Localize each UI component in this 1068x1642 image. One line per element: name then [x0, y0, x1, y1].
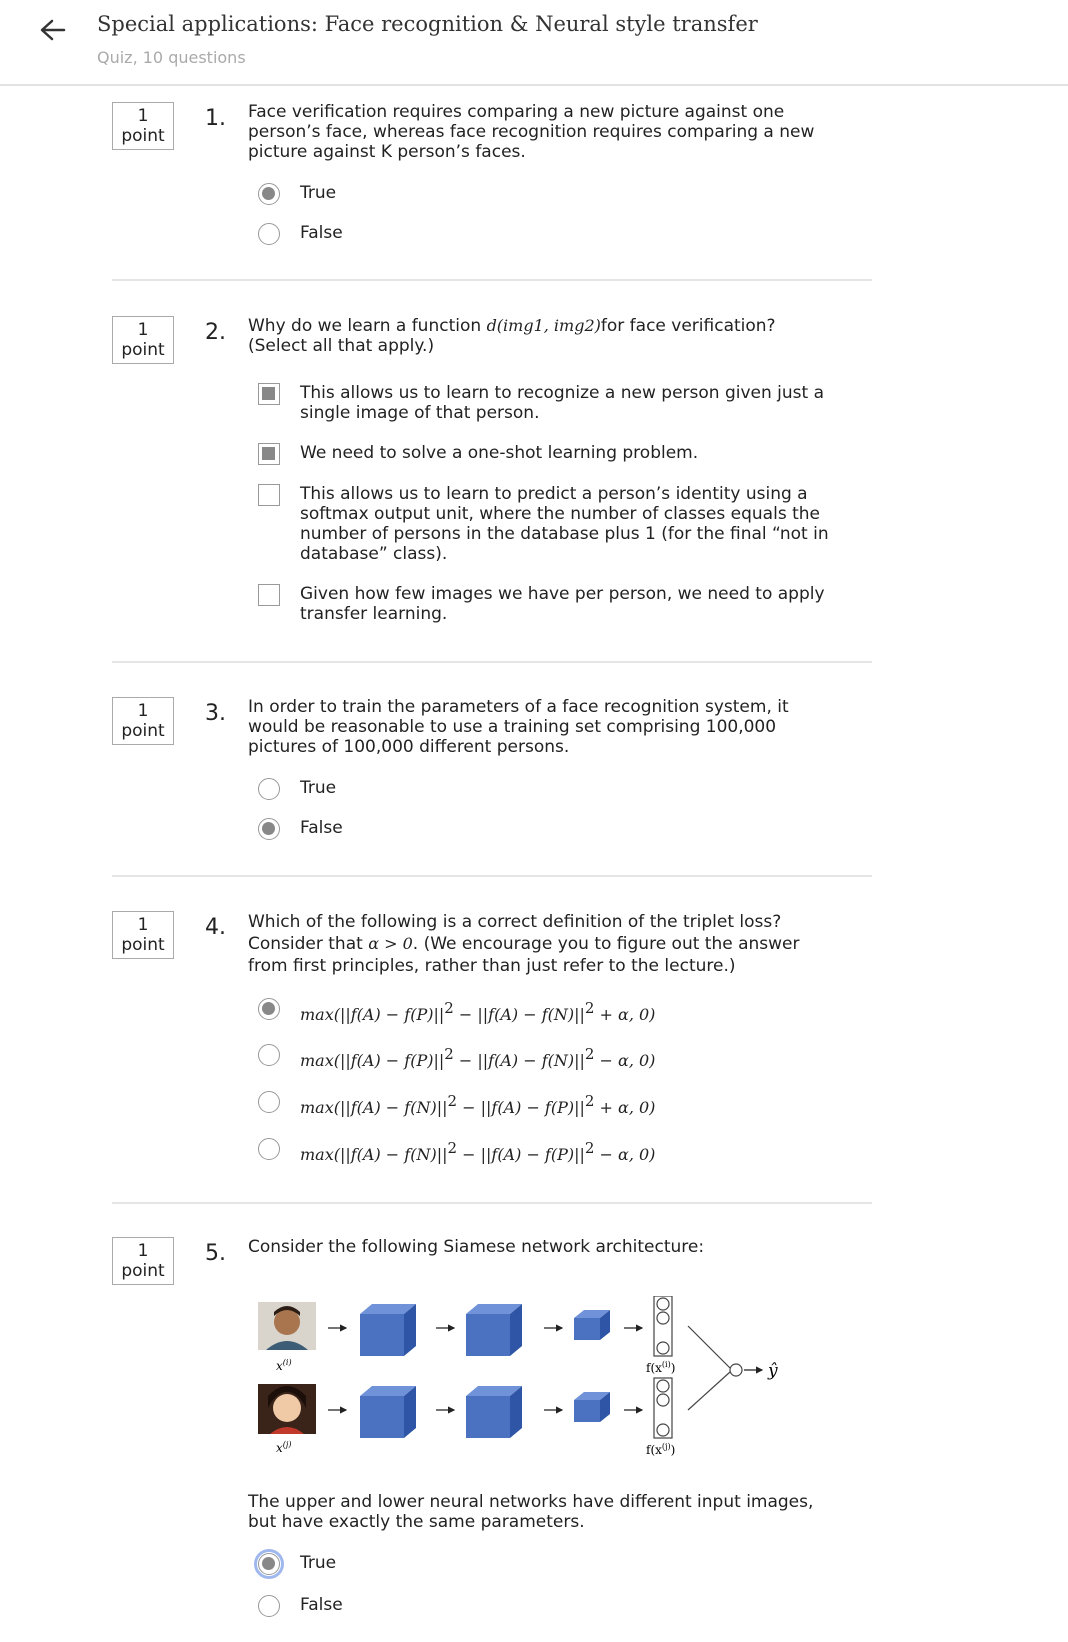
divider	[112, 279, 872, 281]
radio-button[interactable]	[258, 778, 280, 800]
conv-block-icon	[574, 1310, 610, 1340]
option-label: True	[300, 183, 337, 203]
question-text: Which of the following is a correct defi…	[248, 912, 800, 976]
output-label: ŷ	[767, 1361, 778, 1381]
option-label: False	[300, 223, 343, 243]
option-label: Given how few images we have per person,…	[300, 584, 825, 624]
option-label: We need to solve a one-shot learning pro…	[300, 443, 699, 463]
face-photo-bottom	[258, 1384, 316, 1434]
option-formula: max(||f(A) − f(P)||2 − ||f(A) − f(N)||2 …	[300, 1045, 656, 1070]
question-number: 1.	[205, 106, 226, 131]
quiz-subtitle: Quiz, 10 questions	[97, 48, 246, 67]
network-top	[328, 1296, 673, 1357]
divider	[112, 1202, 872, 1204]
radio-button[interactable]	[258, 1044, 280, 1066]
points-box: 1 point	[112, 911, 174, 959]
option-formula: max(||f(A) − f(P)||2 − ||f(A) − f(N)||2 …	[300, 999, 656, 1024]
points-box: 1 point	[112, 697, 174, 745]
checkbox[interactable]	[258, 584, 280, 606]
siamese-network-diagram: x(i) x(j) f(x(i)) f(x(j)) ŷ	[258, 1296, 778, 1457]
points-box: 1 point	[112, 1237, 174, 1285]
option-label: True	[300, 778, 337, 798]
input-label-bottom: x(j)	[276, 1440, 292, 1455]
divider	[112, 661, 872, 663]
checkbox[interactable]	[258, 484, 280, 506]
encoding-vector-icon	[653, 1296, 673, 1357]
option-label: True	[300, 1553, 337, 1573]
checkbox[interactable]	[258, 383, 280, 405]
question-number: 2.	[205, 320, 226, 345]
points-box: 1 point	[112, 102, 174, 150]
checkbox[interactable]	[258, 443, 280, 465]
radio-button[interactable]	[258, 818, 280, 840]
question-followup-text: The upper and lower neural networks have…	[248, 1492, 814, 1532]
quiz-header: Special applications: Face recognition &…	[0, 0, 1068, 86]
option-label: This allows us to learn to recognize a n…	[300, 383, 825, 423]
radio-button[interactable]	[258, 1138, 280, 1160]
conv-block-icon	[360, 1304, 416, 1356]
radio-button[interactable]	[258, 1091, 280, 1113]
option-label: False	[300, 1595, 343, 1615]
points-box: 1 point	[112, 316, 174, 364]
radio-button[interactable]	[258, 998, 280, 1020]
encoding-vector-icon	[653, 1377, 673, 1439]
option-formula: max(||f(A) − f(N)||2 − ||f(A) − f(P)||2 …	[300, 1139, 656, 1164]
question-number: 3.	[205, 701, 226, 726]
face-photo-top	[258, 1302, 316, 1350]
radio-button[interactable]	[254, 1549, 284, 1579]
radio-button[interactable]	[258, 223, 280, 245]
math-expression: α > 0	[368, 934, 413, 953]
math-expression: d(img1, img2)	[486, 316, 601, 335]
conv-block-icon	[466, 1386, 522, 1438]
radio-button[interactable]	[258, 183, 280, 205]
page-title: Special applications: Face recognition &…	[97, 12, 758, 36]
output-node	[687, 1325, 764, 1411]
network-bottom	[328, 1377, 673, 1439]
question-number: 4.	[205, 915, 226, 940]
encoding-label-top: f(x(i))	[646, 1360, 675, 1375]
option-formula: max(||f(A) − f(N)||2 − ||f(A) − f(P)||2 …	[300, 1092, 656, 1117]
question-text: Why do we learn a function d(img1, img2)…	[248, 316, 776, 356]
question-number: 5.	[205, 1241, 226, 1266]
divider	[112, 875, 872, 877]
conv-block-icon	[574, 1392, 610, 1422]
option-label: False	[300, 818, 343, 838]
question-text: Face verification requires comparing a n…	[248, 102, 815, 162]
conv-block-icon	[360, 1386, 416, 1438]
input-label-top: x(i)	[276, 1358, 292, 1373]
back-arrow-icon[interactable]	[36, 16, 68, 44]
question-text: In order to train the parameters of a fa…	[248, 697, 789, 757]
conv-block-icon	[466, 1304, 522, 1356]
encoding-label-bottom: f(x(j))	[646, 1442, 675, 1457]
question-text: Consider the following Siamese network a…	[248, 1237, 705, 1257]
option-label: This allows us to learn to predict a per…	[300, 484, 829, 564]
radio-button[interactable]	[258, 1595, 280, 1617]
